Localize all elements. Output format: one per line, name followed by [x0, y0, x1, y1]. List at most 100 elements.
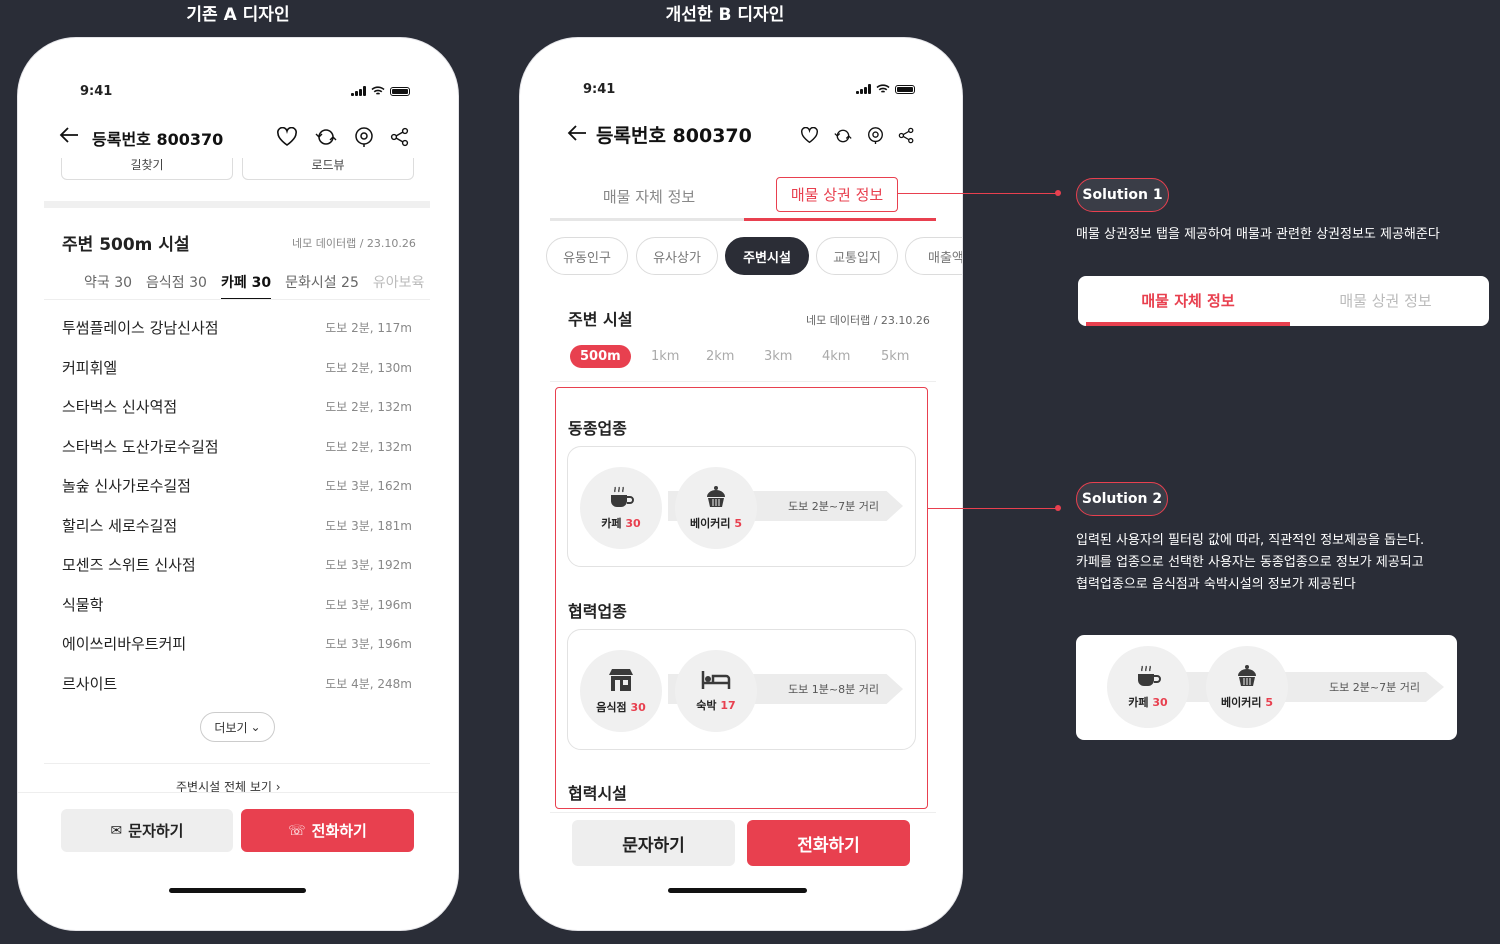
- solution2-preview-card: 도보 2분~7분 거리 카페 30 베이커리 5: [1076, 635, 1457, 740]
- section-divider: [44, 201, 430, 208]
- list-item[interactable]: 스타벅스 신사역점 도보 2분, 132m: [62, 387, 412, 426]
- home-indicator: [668, 888, 807, 893]
- facility-distance: 도보 3분, 181m: [325, 518, 412, 533]
- phone-icon: ☏: [288, 822, 306, 839]
- preview-tab-underline: [1086, 322, 1290, 326]
- cupcake-icon: [1238, 665, 1256, 686]
- range-label: 도보 2분~7분 거리: [788, 500, 879, 513]
- facility-distance: 도보 3분, 196m: [325, 597, 412, 612]
- list-item[interactable]: 스타벅스 도산가로수길점 도보 2분, 132m: [62, 427, 412, 466]
- solution1-desc: 매물 상권정보 탭을 제공하여 매물과 관련한 상권정보도 제공해준다: [1076, 227, 1440, 242]
- share-icon[interactable]: [898, 127, 915, 144]
- same-industry-card: 도보 2분~7분 거리 카페 30 베이커리 5: [567, 446, 916, 567]
- restaurant-label: 음식점 30: [596, 701, 646, 714]
- caption-design-a: 기존 A 디자인: [186, 5, 290, 25]
- list-item[interactable]: 할리스 세로수길점 도보 3분, 181m: [62, 506, 412, 545]
- cafe-circle: 카페 30: [580, 467, 662, 549]
- tab-restaurant[interactable]: 음식점 30: [146, 272, 207, 300]
- chip-foot-traffic[interactable]: 유동인구: [546, 237, 628, 275]
- status-time: 9:41: [583, 82, 616, 97]
- list-item[interactable]: 놀숲 신사가로수길점 도보 3분, 162m: [62, 466, 412, 505]
- compare-icon[interactable]: [314, 126, 338, 148]
- bottom-bar-divider: [550, 812, 936, 813]
- battery-icon: [389, 86, 410, 96]
- header-title: 등록번호 800370: [596, 125, 752, 147]
- bed-icon: [701, 671, 731, 689]
- back-arrow-icon[interactable]: [58, 124, 80, 152]
- solution1-connector: [898, 193, 1058, 194]
- distance-5km[interactable]: 5km: [881, 349, 909, 364]
- same-industry-title: 동종업종: [568, 419, 627, 438]
- distance-1km[interactable]: 1km: [651, 349, 679, 364]
- status-icons: [351, 86, 410, 96]
- bottom-bar-divider: [18, 792, 458, 793]
- lodging-circle: 숙박 17: [675, 650, 757, 732]
- share-icon[interactable]: [390, 127, 410, 147]
- call-button[interactable]: ☏ 전화하기: [241, 809, 414, 852]
- battery-icon: [894, 84, 915, 94]
- distance-500m[interactable]: 500m: [570, 345, 631, 368]
- view-all-link[interactable]: 주변시설 전체 보기 ›: [176, 778, 281, 792]
- tab-self-info[interactable]: 매물 자체 정보: [560, 186, 738, 207]
- view-all-clip: 주변시설 전체 보기 ›: [18, 774, 458, 792]
- list-item[interactable]: 에이쓰리바우트커피 도보 3분, 196m: [62, 624, 412, 663]
- heart-icon[interactable]: [800, 127, 819, 144]
- list-item[interactable]: 르사이트 도보 4분, 248m: [62, 664, 412, 703]
- tab-childcare[interactable]: 유아보육: [373, 272, 425, 300]
- storefront-icon: [609, 669, 633, 691]
- solution2-desc-line3: 협력업종으로 음식점과 숙박시설의 정보가 제공된다: [1076, 577, 1356, 592]
- header-actions: [276, 126, 410, 148]
- distance-4km[interactable]: 4km: [822, 349, 850, 364]
- wifi-icon: [370, 86, 385, 95]
- section-title: 주변 시설: [568, 310, 633, 329]
- facility-distance: 도보 2분, 132m: [325, 400, 412, 414]
- more-button[interactable]: 더보기 ⌄: [200, 712, 275, 742]
- message-button[interactable]: ✉ 문자하기: [61, 809, 233, 852]
- coffee-icon: [611, 486, 634, 507]
- tab-pharmacy[interactable]: 약국 30: [84, 272, 132, 300]
- list-item[interactable]: 투썸플레이스 강남신사점 도보 2분, 117m: [62, 308, 412, 347]
- restaurant-circle: 음식점 30: [580, 650, 662, 732]
- chip-sales[interactable]: 매출액: [905, 237, 962, 275]
- list-item[interactable]: 커피휘엘 도보 2분, 130m: [62, 348, 412, 387]
- facility-name: 커피휘엘: [62, 358, 118, 377]
- distance-divider: [550, 381, 936, 382]
- distance-2km[interactable]: 2km: [706, 349, 734, 364]
- tabs-underline: [44, 299, 430, 300]
- caption-design-b: 개선한 B 디자인: [665, 5, 785, 25]
- list-item[interactable]: 모센즈 스위트 신사점 도보 3분, 192m: [62, 545, 412, 584]
- chip-similar-stores[interactable]: 유사상가: [636, 237, 718, 275]
- tab-cafe[interactable]: 카페 30: [220, 272, 272, 300]
- directions-button[interactable]: 길찾기: [61, 158, 233, 180]
- tab-commerce-info[interactable]: 매물 상권 정보: [776, 177, 898, 212]
- chip-transport[interactable]: 교통입지: [816, 237, 898, 275]
- bakery-label: 베이커리 5: [1221, 696, 1273, 709]
- tab-culture[interactable]: 문화시설 25: [285, 272, 359, 300]
- heart-icon[interactable]: [276, 127, 298, 147]
- highlight-box: 동종업종 도보 2분~7분 거리 카페 30 베이커리 5 협력업종 도보 1분…: [555, 387, 928, 809]
- partner-industry-title: 협력업종: [568, 602, 627, 621]
- location-pin-icon[interactable]: [867, 126, 884, 145]
- signal-icon: [351, 86, 366, 96]
- cupcake-icon: [707, 486, 725, 507]
- back-arrow-icon[interactable]: [566, 122, 588, 150]
- preview-tab-commerce: 매물 상권 정보: [1339, 292, 1432, 310]
- distance-3km[interactable]: 3km: [764, 349, 792, 364]
- facility-name: 에이쓰리바우트커피: [62, 635, 187, 653]
- compare-icon[interactable]: [833, 127, 853, 145]
- location-pin-icon[interactable]: [354, 126, 374, 148]
- range-label: 도보 1분~8분 거리: [788, 683, 879, 696]
- message-button[interactable]: 문자하기: [572, 820, 735, 866]
- tab-self-underline: [550, 218, 744, 221]
- cafe-label: 카페 30: [601, 517, 641, 530]
- facility-distance: 도보 2분, 117m: [325, 321, 412, 335]
- bakery-label: 베이커리 5: [690, 517, 742, 530]
- solution2-dot: [1055, 505, 1061, 511]
- chip-nearby-facilities[interactable]: 주변시설: [725, 237, 809, 275]
- solution2-desc: 입력된 사용자의 필터링 값에 따라, 직관적인 정보제공을 돕는다. 카페를 …: [1076, 530, 1424, 596]
- roadview-button[interactable]: 로드뷰: [242, 158, 414, 180]
- range-label: 도보 2분~7분 거리: [1329, 681, 1420, 694]
- list-item[interactable]: 식물학 도보 3분, 196m: [62, 585, 412, 624]
- facility-name: 스타벅스 신사역점: [62, 398, 178, 416]
- call-button[interactable]: 전화하기: [747, 820, 910, 866]
